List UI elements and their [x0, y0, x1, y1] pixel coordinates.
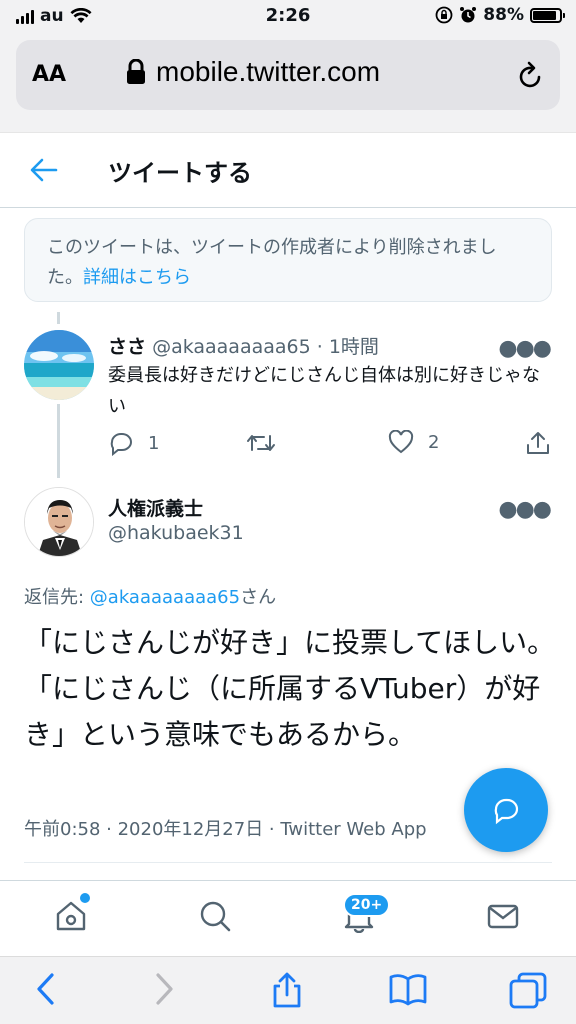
- reload-icon[interactable]: [518, 60, 544, 90]
- tweet-metadata: 午前0:58 · 2020年12月27日 · Twitter Web App: [24, 819, 427, 840]
- battery-percent: 88%: [483, 5, 524, 25]
- reply-to-label: 返信先:: [24, 587, 90, 608]
- tweet-header: ささ @akaaaaaaaa65 · 1時間: [108, 332, 379, 359]
- meta-separator: ·: [316, 336, 323, 358]
- messages-icon[interactable]: [486, 899, 520, 933]
- learn-more-link[interactable]: 詳細はこちら: [83, 267, 191, 288]
- display-name[interactable]: ささ: [108, 336, 146, 358]
- page-title: ツイートする: [108, 159, 252, 187]
- reply-button[interactable]: 1: [108, 430, 159, 456]
- more-options-icon[interactable]: ●●●: [498, 338, 552, 360]
- more-options-icon[interactable]: ●●●: [498, 499, 552, 521]
- retweet-button[interactable]: [246, 430, 276, 456]
- portrait-avatar-image: [25, 488, 93, 556]
- address-bar[interactable]: AA mobile.twitter.com: [16, 40, 560, 110]
- share-button[interactable]: [525, 430, 551, 456]
- like-button[interactable]: 2: [388, 430, 439, 454]
- tweet-text: 「にじさんじが好き」に投票してほしい。「にじさんじ（に所属するVTuber）が好…: [24, 626, 556, 751]
- status-bar: au 2:26 88%: [0, 0, 576, 34]
- battery-icon: [530, 7, 565, 23]
- avatar[interactable]: [24, 487, 94, 557]
- thread-connector: [57, 312, 60, 324]
- url-display[interactable]: mobile.twitter.com: [126, 56, 380, 88]
- orientation-lock-icon: [435, 6, 453, 24]
- divider: [24, 862, 552, 863]
- reply-to-handle[interactable]: @akaaaaaaaa65: [90, 587, 240, 608]
- tweet-actions: 1 2: [108, 430, 558, 460]
- back-chevron-icon[interactable]: [34, 971, 58, 1007]
- reply-count: 1: [148, 432, 160, 454]
- user-handle[interactable]: @akaaaaaaaa65: [152, 336, 311, 358]
- back-arrow-icon[interactable]: [30, 157, 58, 183]
- reply-bubble-icon: [494, 798, 519, 825]
- url-text: mobile.twitter.com: [156, 56, 381, 87]
- browser-toolbar: [0, 956, 576, 1024]
- status-right: 88%: [435, 5, 565, 25]
- forward-chevron-icon[interactable]: [152, 971, 176, 1007]
- display-name[interactable]: 人権派義士: [108, 494, 203, 521]
- lock-icon: [127, 59, 145, 84]
- text-size-button[interactable]: AA: [32, 62, 66, 87]
- home-icon[interactable]: [54, 899, 88, 933]
- tweet-text: 委員長は好きだけどにじさんじ自体は別に好きじゃない: [108, 365, 540, 417]
- beach-avatar-image: [24, 330, 94, 400]
- like-count: 2: [428, 431, 440, 453]
- share-sheet-icon[interactable]: [270, 971, 304, 1009]
- bottom-navigation: [0, 880, 576, 956]
- page-header: ツイートする: [0, 132, 576, 208]
- bookmarks-icon[interactable]: [388, 971, 428, 1007]
- browser-chrome: AA mobile.twitter.com: [0, 34, 576, 132]
- reply-to-suffix: さん: [240, 587, 277, 608]
- alarm-icon: [460, 7, 477, 23]
- tweet-time[interactable]: 1時間: [329, 336, 379, 358]
- notification-badge: 20+: [343, 893, 391, 917]
- search-icon[interactable]: [198, 899, 232, 933]
- retweet-icon: [247, 435, 275, 451]
- compose-reply-button[interactable]: [464, 768, 548, 852]
- deleted-tweet-notice: このツイートは、ツイートの作成者により削除されました。詳細はこちら: [24, 218, 552, 302]
- reply-icon: [110, 433, 133, 456]
- tabs-icon[interactable]: [508, 971, 548, 1011]
- home-unread-dot: [80, 893, 90, 903]
- heart-icon: [388, 430, 414, 454]
- share-icon: [527, 432, 549, 454]
- reply-to-line: 返信先: @akaaaaaaaa65さん: [24, 583, 276, 609]
- thread-connector: [57, 404, 60, 478]
- avatar[interactable]: [24, 330, 94, 400]
- user-handle[interactable]: @hakubaek31: [108, 522, 244, 544]
